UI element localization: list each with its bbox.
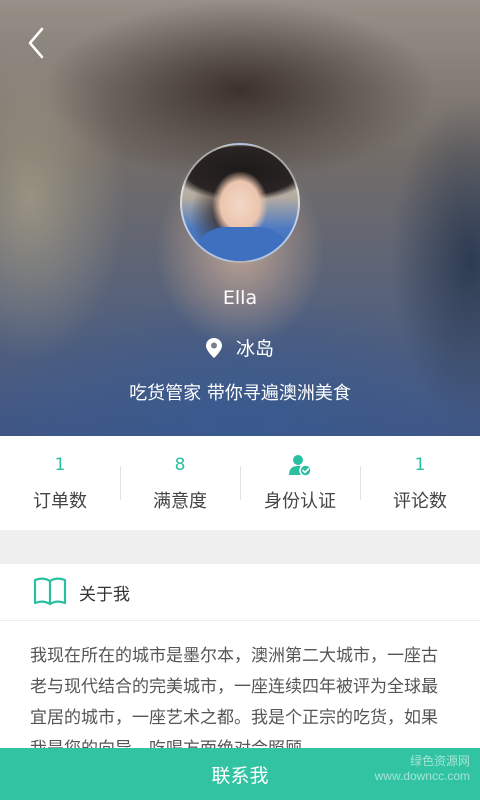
profile-header: Ella 冰岛 吃货管家 带你寻遍澳洲美食 bbox=[0, 0, 480, 436]
stat-verification[interactable]: 身份认证 bbox=[240, 436, 360, 530]
about-text: 我现在所在的城市是墨尔本，澳洲第二大城市，一座古老与现代结合的完美城市，一座连续… bbox=[30, 646, 438, 759]
profile-name: Ella bbox=[222, 287, 258, 309]
avatar bbox=[180, 143, 300, 263]
stat-label: 评论数 bbox=[393, 491, 447, 512]
stats-bar: 1 订单数 8 满意度 身份认证 1 评论数 bbox=[0, 436, 480, 530]
watermark: 绿色资源网 www.downcc.com bbox=[374, 754, 470, 783]
profile-location: 冰岛 bbox=[0, 334, 480, 361]
about-title: 关于我 bbox=[79, 584, 130, 605]
stat-satisfaction[interactable]: 8 满意度 bbox=[120, 436, 240, 530]
profile-tagline: 吃货管家 带你寻遍澳洲美食 bbox=[129, 383, 351, 404]
stat-value: 1 bbox=[54, 455, 66, 475]
about-section-header: 关于我 bbox=[0, 564, 480, 621]
stat-label: 订单数 bbox=[33, 491, 87, 512]
stat-orders[interactable]: 1 订单数 bbox=[0, 436, 120, 530]
stat-value: 8 bbox=[174, 455, 186, 475]
section-divider bbox=[0, 530, 480, 564]
back-button[interactable] bbox=[22, 26, 52, 60]
stat-value: 1 bbox=[414, 455, 426, 475]
stat-label: 满意度 bbox=[153, 491, 207, 512]
open-book-icon bbox=[33, 577, 67, 606]
location-label: 冰岛 bbox=[235, 338, 274, 360]
stat-reviews[interactable]: 1 评论数 bbox=[360, 436, 480, 530]
location-pin-icon bbox=[205, 337, 222, 358]
chevron-left-icon bbox=[28, 27, 44, 59]
verified-user-icon bbox=[288, 453, 312, 477]
stat-label: 身份认证 bbox=[264, 491, 336, 512]
